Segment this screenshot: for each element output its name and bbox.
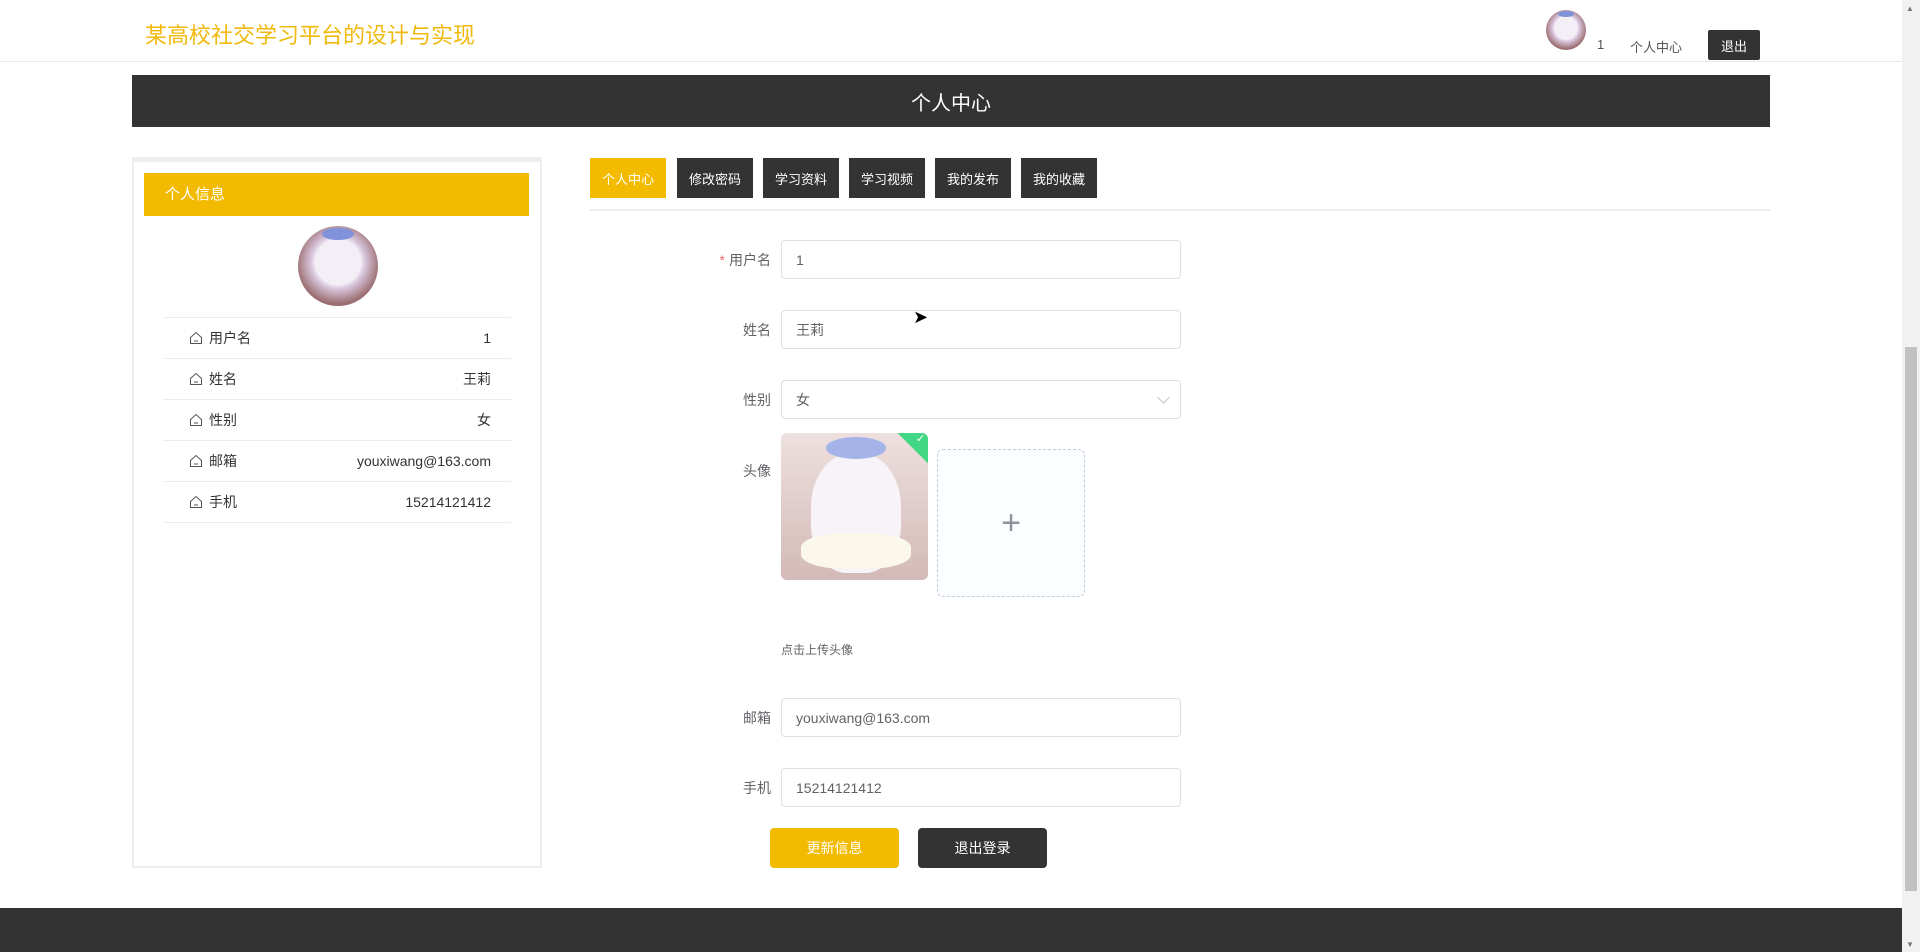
username-value: 1 <box>796 251 804 268</box>
scroll-down-icon[interactable]: ▼ <box>1906 940 1914 949</box>
info-row: 邮箱 youxiwang@163.com <box>163 440 511 481</box>
logout-button[interactable]: 退出登录 <box>918 828 1047 868</box>
profile-avatar <box>298 226 378 306</box>
info-value: 15214121412 <box>405 494 491 510</box>
plus-icon: + <box>1001 503 1021 542</box>
scrollbar-thumb[interactable] <box>1905 347 1917 891</box>
home-icon <box>189 331 203 345</box>
avatar-scarf <box>801 533 911 569</box>
info-value: youxiwang@163.com <box>356 453 491 469</box>
uploaded-avatar-image[interactable]: ✓ <box>781 433 928 580</box>
tab-divider <box>590 209 1770 211</box>
info-row: 姓名 王莉 <box>163 358 511 399</box>
gender-value: 女 <box>796 391 810 408</box>
scroll-up-icon[interactable]: ▲ <box>1906 4 1914 13</box>
tab-5[interactable]: 我的发布 <box>935 158 1011 198</box>
phone-label: 手机 <box>743 780 771 796</box>
username-label: * 用户名 <box>681 250 771 270</box>
avatar-label: 头像 <box>743 463 771 479</box>
tab-4[interactable]: 学习视频 <box>849 158 925 198</box>
required-mark: * <box>719 252 725 268</box>
check-icon: ✓ <box>916 433 926 445</box>
tab-2[interactable]: 修改密码 <box>677 158 753 198</box>
header-username: 1 <box>1597 37 1605 52</box>
info-row: 手机 15214121412 <box>163 481 511 522</box>
username-input[interactable]: 1 <box>781 240 1181 279</box>
tab-3[interactable]: 学习资料 <box>763 158 839 198</box>
home-icon <box>189 454 203 468</box>
info-value: 女 <box>477 412 491 428</box>
page-banner: 个人中心 <box>132 75 1770 127</box>
name-value: 王莉 <box>796 321 824 338</box>
info-row: 用户名 1 <box>163 317 511 358</box>
upload-success-badge: ✓ <box>896 433 928 465</box>
info-label: 邮箱 <box>209 453 237 469</box>
profile-center-link[interactable]: 个人中心 <box>1630 37 1682 56</box>
gender-select[interactable]: 女 <box>781 380 1181 419</box>
email-value: youxiwang@163.com <box>796 709 931 726</box>
email-input[interactable]: youxiwang@163.com <box>781 698 1181 737</box>
home-icon <box>189 413 203 427</box>
home-icon <box>189 495 203 509</box>
gender-label: 性别 <box>743 392 771 408</box>
info-value: 1 <box>483 330 491 346</box>
upload-hint: 点击上传头像 <box>781 643 854 657</box>
tab-6[interactable]: 我的收藏 <box>1021 158 1097 198</box>
site-title[interactable]: 某高校社交学习平台的设计与实现 <box>145 18 475 50</box>
header-logout-button[interactable]: 退出 <box>1708 30 1760 60</box>
home-icon <box>189 372 203 386</box>
info-row: 性别 女 <box>163 399 511 440</box>
info-label: 手机 <box>209 494 237 510</box>
chevron-down-icon <box>1157 391 1170 404</box>
info-value: 王莉 <box>463 371 491 387</box>
name-input[interactable]: 王莉 <box>781 310 1181 349</box>
email-label: 邮箱 <box>743 710 771 726</box>
username-label-text: 用户名 <box>729 252 771 268</box>
footer <box>0 908 1902 952</box>
divider <box>163 522 511 523</box>
phone-input[interactable]: 15214121412 <box>781 768 1181 807</box>
phone-value: 15214121412 <box>796 779 882 796</box>
update-info-button[interactable]: 更新信息 <box>770 828 899 868</box>
info-label: 姓名 <box>209 371 237 387</box>
tab-1[interactable]: 个人中心 <box>590 158 666 198</box>
name-label: 姓名 <box>743 322 771 338</box>
mouse-cursor-icon: ➤ <box>913 307 929 327</box>
banner-title: 个人中心 <box>911 92 991 115</box>
info-label: 用户名 <box>209 330 251 346</box>
info-label: 性别 <box>209 412 237 428</box>
avatar-upload-button[interactable]: + <box>937 449 1085 597</box>
avatar-bow <box>826 437 886 459</box>
user-avatar[interactable] <box>1546 10 1586 50</box>
info-card-title: 个人信息 <box>144 173 529 216</box>
